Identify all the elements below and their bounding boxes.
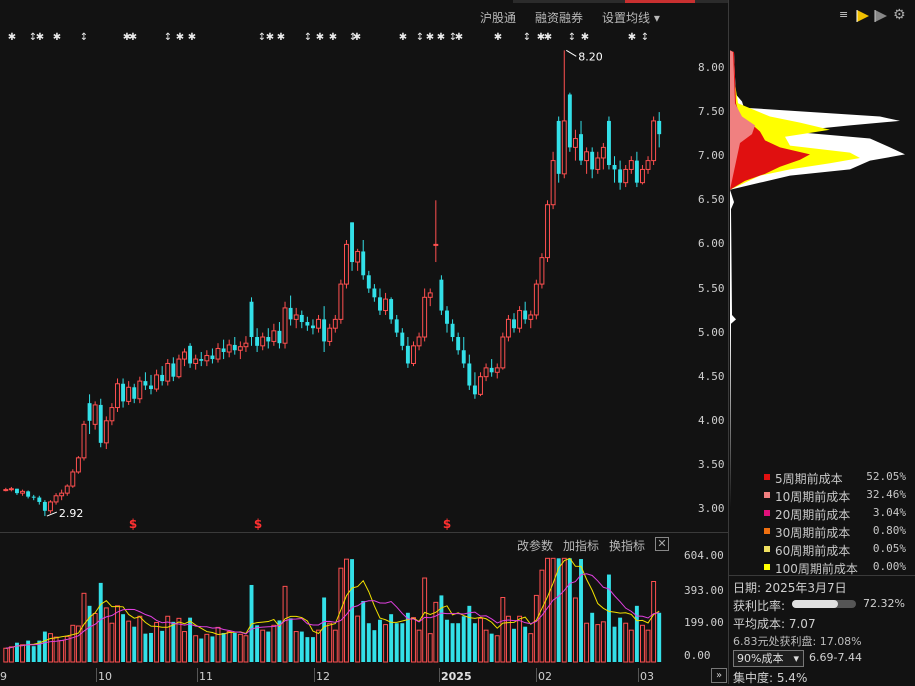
legend-label: 20周期前成本 bbox=[775, 508, 851, 522]
legend-label: 10周期前成本 bbox=[775, 490, 851, 504]
legend-percent: 0.00% bbox=[872, 560, 906, 573]
chip-gray-icon[interactable] bbox=[874, 9, 888, 23]
chip-date: 日期: 2025年3月7日 bbox=[733, 581, 847, 595]
profit-at-price: 6.83元处获利盘: 17.08% bbox=[733, 635, 862, 648]
cost-range-select[interactable]: 90%成本 ▾ bbox=[733, 650, 804, 667]
legend-swatch bbox=[764, 564, 770, 570]
legend-swatch bbox=[764, 528, 770, 534]
info-divider bbox=[729, 575, 915, 576]
legend-percent: 32.46% bbox=[866, 488, 906, 501]
legend-percent: 0.05% bbox=[872, 542, 906, 555]
avg-cost: 平均成本: 7.07 bbox=[733, 617, 816, 631]
legend-percent: 0.80% bbox=[872, 524, 906, 537]
legend-swatch bbox=[764, 474, 770, 480]
legend-percent: 52.05% bbox=[866, 470, 906, 483]
cost-range-value: 6.69-7.44 bbox=[809, 651, 862, 664]
legend-label: 60周期前成本 bbox=[775, 544, 851, 558]
concentration: 集中度: 5.4% bbox=[733, 671, 808, 685]
list-icon[interactable]: ≡ bbox=[839, 9, 849, 21]
profit-ratio-bar bbox=[792, 600, 856, 608]
legend-percent: 3.04% bbox=[872, 506, 906, 519]
profit-ratio-value: 72.32% bbox=[863, 597, 905, 610]
legend-swatch bbox=[764, 546, 770, 552]
chip-yellow-icon[interactable] bbox=[856, 9, 870, 23]
legend-swatch bbox=[764, 510, 770, 516]
profit-ratio-label: 获利比率: bbox=[733, 599, 786, 613]
gear-icon[interactable]: ⚙ bbox=[893, 7, 906, 23]
legend-swatch bbox=[764, 492, 770, 498]
legend-label: 30周期前成本 bbox=[775, 526, 851, 540]
legend-label: 5周期前成本 bbox=[775, 472, 843, 486]
